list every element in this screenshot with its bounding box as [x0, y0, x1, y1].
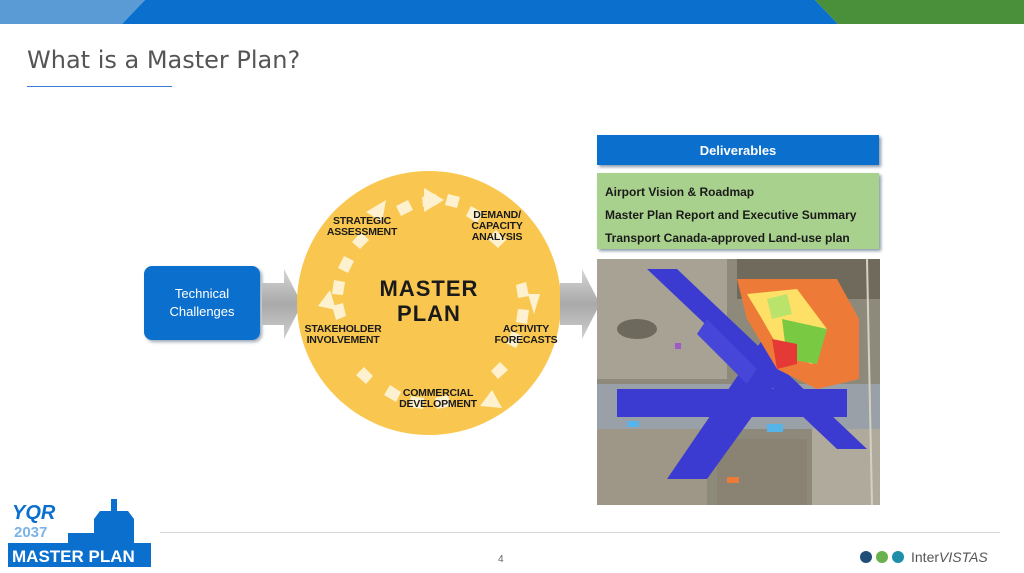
- deliverable-item: Master Plan Report and Executive Summary: [605, 208, 857, 222]
- logo-year: 2037: [14, 524, 47, 541]
- land-use-map-image: [597, 259, 880, 505]
- step-line: FORECASTS: [494, 334, 558, 346]
- step-line: INVOLVEMENT: [306, 334, 380, 346]
- yqr-master-plan-logo: YQR 2037 MASTER PLAN: [8, 499, 151, 567]
- technical-line1: Technical: [174, 286, 230, 301]
- step-commercial-development: COMMERCIAL DEVELOPMENT: [388, 388, 488, 410]
- master-plan-cycle: MASTER PLAN STRATEGIC ASSESSMENT DEMAND/…: [296, 170, 562, 436]
- brand-name-part1: Inter: [911, 549, 940, 565]
- footer-divider: [160, 532, 1000, 533]
- top-banner: [0, 0, 1024, 24]
- step-line: ASSESSMENT: [326, 226, 398, 238]
- page-number: 4: [498, 554, 504, 565]
- title-underline: [27, 86, 172, 87]
- brand-name-part2: VISTAS: [939, 549, 988, 565]
- intervistas-logo: InterVISTAS: [860, 547, 988, 567]
- step-activity-forecasts: ACTIVITY FORECASTS: [492, 324, 560, 346]
- technical-line2: Challenges: [169, 304, 235, 319]
- deliverables-heading: Deliverables: [597, 135, 879, 165]
- brand-dot-icon: [892, 551, 904, 563]
- deliverable-item: Transport Canada-approved Land-use plan: [605, 231, 850, 245]
- arrow-right-icon: [560, 269, 600, 339]
- brand-dot-icon: [876, 551, 888, 563]
- technical-challenges-box: Technical Challenges: [144, 266, 260, 340]
- step-line: DEVELOPMENT: [399, 398, 477, 410]
- step-line: ANALYSIS: [471, 231, 523, 243]
- logo-text: MASTER PLAN: [12, 547, 135, 566]
- step-stakeholder-involvement: STAKEHOLDER INVOLVEMENT: [302, 324, 384, 346]
- deliverable-item: Airport Vision & Roadmap: [605, 185, 755, 199]
- center-line1: MASTER: [379, 276, 479, 301]
- step-strategic-assessment: STRATEGIC ASSESSMENT: [322, 216, 402, 238]
- deliverables-list: Airport Vision & Roadmap Master Plan Rep…: [597, 173, 879, 249]
- brand-dot-icon: [860, 551, 872, 563]
- step-demand-capacity: DEMAND/ CAPACITY ANALYSIS: [464, 210, 530, 243]
- slide-title: What is a Master Plan?: [27, 46, 301, 74]
- logo-code: YQR: [12, 502, 56, 524]
- brand-name: InterVISTAS: [911, 549, 988, 565]
- cycle-center-label: MASTER PLAN: [296, 276, 562, 326]
